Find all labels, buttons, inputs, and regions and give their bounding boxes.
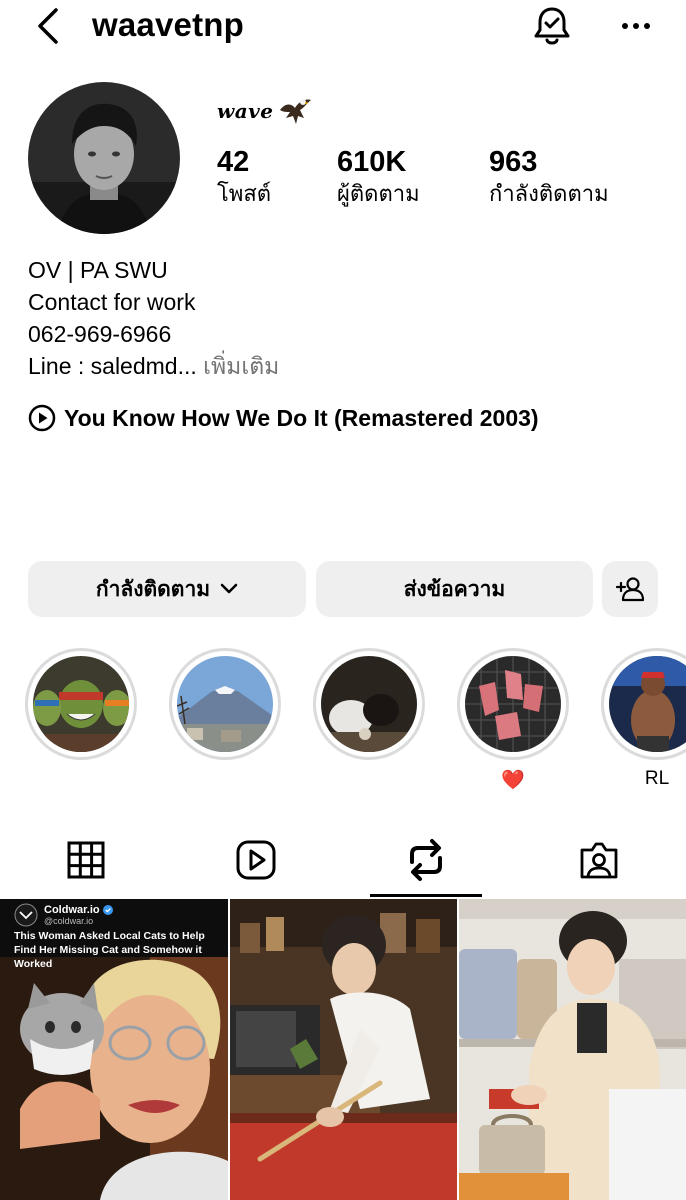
message-button[interactable]: ส่งข้อความ [316,561,593,617]
story-highlight[interactable] [313,648,425,760]
post-headline: This Woman Asked Local Cats to Help Find… [14,930,205,970]
music-title: You Know How We Do It (Remastered 2003) [64,404,539,431]
bio-line: 062-969-6966 [28,321,172,347]
more-options-icon[interactable] [618,8,654,44]
add-user-icon [615,577,645,602]
profile-username: waavetnp [92,6,244,43]
story-highlight[interactable] [25,648,137,760]
profile-music[interactable]: You Know How We Do It (Remastered 2003) [28,404,539,432]
stat-posts-label: โพสต์ [217,181,272,206]
story-highlight[interactable] [457,648,569,760]
stat-posts[interactable]: 42 โพสต์ [217,145,271,209]
stat-following-label: กำลังติดตาม [489,181,609,206]
display-name: wave [217,94,312,128]
post-source: Coldwar.io @coldwar.io [14,903,113,927]
stat-following[interactable]: 963 กำลังติดตาม [489,145,609,209]
profile-bio: OV | PA SWU Contact for work 062-969-696… [28,254,279,382]
following-button-label: กำลังติดตาม [95,577,211,601]
reels-icon[interactable] [234,838,278,882]
stat-followers[interactable]: 610K ผู้ติดตาม [337,145,420,209]
grid-post[interactable] [459,899,686,1200]
highlight-label: ❤️ [501,770,525,791]
message-button-label: ส่งข้อความ [403,577,506,601]
play-circle-icon [28,404,56,432]
source-logo-icon [14,903,38,927]
top-bar: waavetnp [0,0,686,60]
source-handle: @coldwar.io [44,916,94,926]
story-highlight[interactable] [169,648,281,760]
post-thumbnail [459,899,686,1200]
grid-post[interactable]: Coldwar.io @coldwar.io This Woman Asked … [0,899,228,1200]
highlight-cover [465,656,561,752]
post-thumbnail [230,899,457,1200]
reposts-icon[interactable] [404,838,448,882]
highlight-label: RL [644,768,670,789]
story-highlight[interactable] [601,648,686,760]
bio-line-text: Line : saledmd... [28,353,197,379]
bio-line: Contact for work [28,289,196,315]
stat-posts-value: 42 [217,146,250,178]
bell-check-icon[interactable] [530,4,574,48]
suggest-users-button[interactable] [602,561,658,617]
profile-avatar[interactable] [28,82,180,234]
bio-more-link[interactable]: เพิ่มเติม [197,353,279,379]
grid-icon[interactable] [64,838,108,882]
bio-line: Line : saledmd... เพิ่มเติม [28,350,279,382]
tagged-icon[interactable] [577,838,621,882]
highlight-cover [33,656,129,752]
stat-following-value: 963 [489,146,538,178]
highlight-cover [321,656,417,752]
eagle-emoji-icon [279,99,311,124]
highlight-cover [177,656,273,752]
stat-followers-label: ผู้ติดตาม [337,181,420,206]
source-name: Coldwar.io [44,904,100,916]
highlight-cover [609,656,686,752]
bio-line: OV | PA SWU [28,257,168,283]
active-tab-indicator [370,894,482,897]
stat-followers-value: 610K [337,146,407,178]
grid-post[interactable] [230,899,457,1200]
following-button[interactable]: กำลังติดตาม [28,561,306,617]
chevron-down-icon [220,583,238,594]
verified-badge-icon [102,905,113,915]
display-name-text: wave [217,99,274,123]
back-chevron-icon[interactable] [34,6,64,46]
